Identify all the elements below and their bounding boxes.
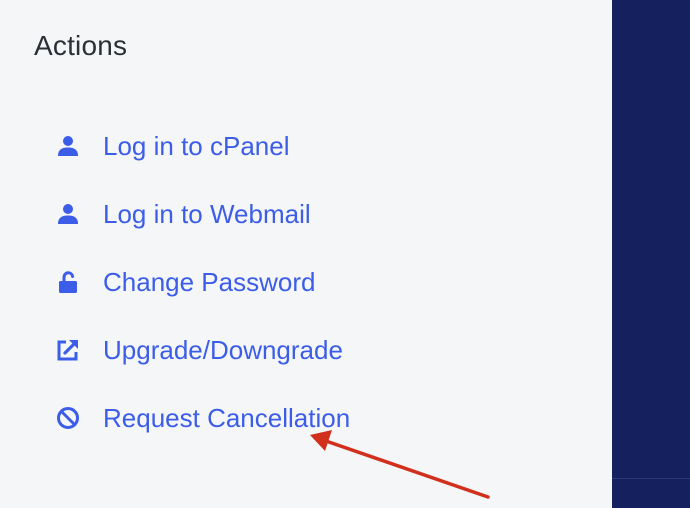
action-label: Request Cancellation <box>103 403 351 433</box>
action-change-password[interactable]: Change Password <box>54 248 350 316</box>
section-title: Actions <box>34 30 128 61</box>
page: Actions Log in to cPanel Log in to Webma… <box>0 0 690 508</box>
user-icon <box>54 132 82 160</box>
sidebar-divider <box>612 478 690 479</box>
external-link-icon <box>54 336 82 364</box>
action-label: Log in to cPanel <box>103 131 290 161</box>
action-upgrade-downgrade[interactable]: Upgrade/Downgrade <box>54 316 350 384</box>
ban-icon <box>54 404 82 432</box>
action-label: Log in to Webmail <box>103 199 311 229</box>
actions-panel: Actions Log in to cPanel Log in to Webma… <box>0 0 612 508</box>
unlock-icon <box>54 268 82 296</box>
action-request-cancellation[interactable]: Request Cancellation <box>54 384 350 452</box>
dark-sidebar <box>612 0 690 508</box>
actions-list: Log in to cPanel Log in to Webmail Chang… <box>54 112 350 452</box>
action-login-cpanel[interactable]: Log in to cPanel <box>54 112 350 180</box>
action-label: Change Password <box>103 267 316 297</box>
user-icon <box>54 200 82 228</box>
action-label: Upgrade/Downgrade <box>103 335 343 365</box>
action-login-webmail[interactable]: Log in to Webmail <box>54 180 350 248</box>
